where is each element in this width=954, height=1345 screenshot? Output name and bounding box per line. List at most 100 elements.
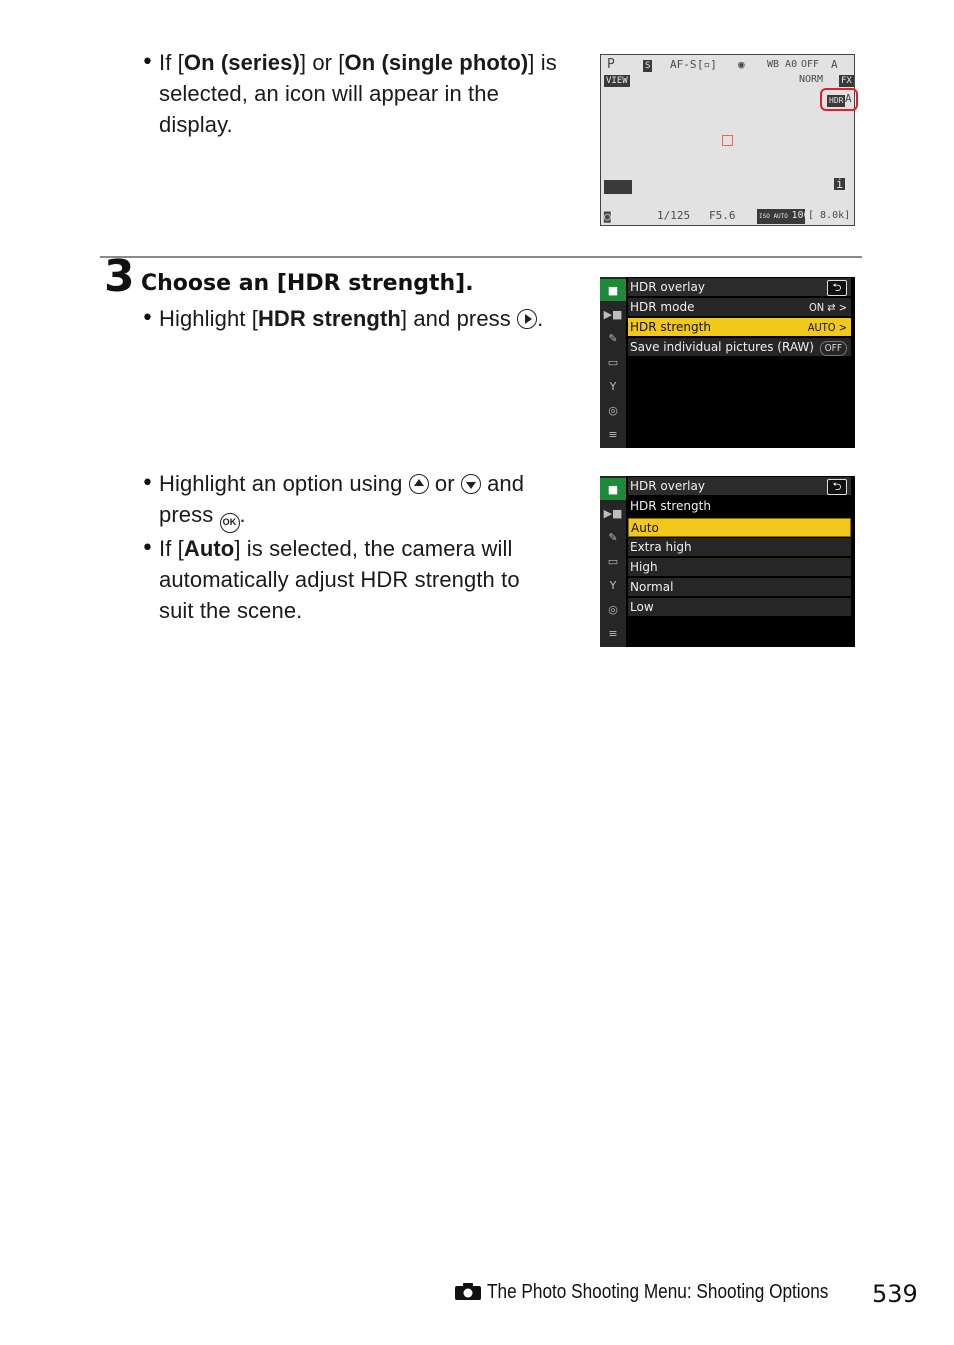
view-mode-icon: VIEW: [604, 75, 630, 87]
network-menu-tab-icon[interactable]: ◎: [600, 598, 626, 620]
step3-instruction-3-line2: automatically adjust HDR strength to: [159, 567, 520, 592]
text: If [: [159, 536, 184, 561]
menu-item-save-individual-pictures[interactable]: Save individual pictures (RAW) OFF: [628, 338, 851, 357]
picture-control: A: [831, 58, 838, 71]
text: and: [480, 471, 525, 496]
movie-menu-tab-icon[interactable]: ▶■: [600, 303, 626, 325]
hdr-icon-note-line3: display.: [159, 112, 233, 137]
text: or: [428, 471, 461, 496]
shots-remaining: [ 8.0k]: [808, 210, 851, 221]
back-icon[interactable]: ⮌: [827, 280, 847, 296]
text: ] and press: [400, 306, 518, 331]
option-low[interactable]: Low: [628, 598, 851, 617]
menu-item-label: Save individual pictures (RAW): [630, 340, 814, 354]
step3-instruction-3-line3: suit the scene.: [159, 598, 303, 623]
custom-settings-tab-icon[interactable]: ✎: [600, 526, 626, 548]
metering-icon: ◙: [604, 210, 611, 223]
text: press: [159, 502, 220, 527]
menu-item-hdr-strength[interactable]: HDR strength AUTO >: [628, 318, 851, 337]
menu-tab-rail: ■ ▶■ ✎ ▭ Y ◎ ≡: [600, 277, 626, 448]
option-high[interactable]: High: [628, 558, 851, 577]
menu-title: HDR overlay ⮌: [628, 477, 851, 496]
white-balance: WB A0: [767, 59, 798, 70]
toggle-off[interactable]: OFF: [819, 341, 847, 356]
active-d-lighting: OFF: [801, 59, 820, 70]
custom-settings-tab-icon[interactable]: ✎: [600, 327, 626, 349]
option-auto[interactable]: Auto: [628, 518, 851, 537]
hdr-icon-note-line2: selected, an icon will appear in the: [159, 81, 499, 106]
menu-title-text: HDR overlay: [630, 280, 705, 294]
option-on-series: On (series): [183, 50, 300, 75]
menu-item-label: HDR strength: [630, 320, 711, 334]
af-area-icon: [▫]: [697, 58, 717, 71]
back-icon[interactable]: ⮌: [827, 479, 847, 495]
page-number: 539: [872, 1280, 918, 1308]
menu-item-value: AUTO >: [807, 321, 847, 334]
release-mode-icon: S: [643, 60, 653, 72]
ok-button-icon: OK: [219, 513, 240, 533]
af-mode: AF-S: [670, 58, 697, 71]
option-on-single-photo: On (single photo): [344, 50, 529, 75]
iso-label: ISO AUTO: [759, 213, 788, 220]
bullet-dot: •: [141, 306, 154, 331]
my-menu-tab-icon[interactable]: ≡: [600, 622, 626, 644]
bullet-dot: •: [141, 50, 154, 75]
exposure-mode: P: [607, 57, 615, 72]
movie-menu-tab-icon[interactable]: ▶■: [600, 502, 626, 524]
hdr-icon-note-line1: If [On (series)] or [On (single photo)] …: [159, 47, 557, 78]
option-normal[interactable]: Normal: [628, 578, 851, 597]
multi-selector-up-icon: [408, 474, 429, 494]
multi-selector-down-icon: [460, 474, 481, 494]
vr-icon: ◉: [738, 58, 745, 71]
menu-item-value: OFF: [819, 338, 847, 357]
iso-value: 100: [791, 210, 810, 221]
step-title: Choose an [HDR strength].: [141, 271, 474, 296]
section-footer: The Photo Shooting Menu: Shooting Option…: [487, 1281, 829, 1303]
step3-instruction-1: Highlight [HDR strength] and press .: [159, 306, 544, 331]
menu-title: HDR overlay ⮌: [628, 278, 851, 297]
option-auto: Auto: [183, 536, 235, 561]
hdr-strength-menu: ■ ▶■ ✎ ▭ Y ◎ ≡ HDR overlay ⮌ HDR strengt…: [600, 476, 855, 647]
menu-item-ref: HDR strength: [257, 306, 401, 331]
bullet-dot: •: [141, 536, 154, 561]
menu-item-value: ON ⇄ >: [808, 301, 847, 314]
setup-menu-tab-icon[interactable]: Y: [600, 375, 626, 397]
hdr-overlay-menu: ■ ▶■ ✎ ▭ Y ◎ ≡ HDR overlay ⮌ HDR mode ON…: [600, 277, 855, 448]
submenu-title: HDR strength: [628, 497, 851, 516]
section-divider: [100, 256, 862, 258]
text: ] is selected, the camera will: [234, 536, 513, 561]
menu-item-label: HDR mode: [630, 300, 695, 314]
multi-selector-right-icon: [517, 309, 538, 329]
bullet-dot: •: [141, 471, 154, 496]
step3-instruction-2-line2: press OK.: [159, 499, 246, 533]
iso-box: ISO AUTO 100: [757, 209, 810, 224]
image-area: FX: [839, 75, 854, 87]
text: ] is: [528, 50, 557, 75]
photo-shooting-menu-tab-icon[interactable]: ■: [600, 478, 626, 500]
text: ] or [: [299, 50, 345, 75]
shutter-speed: 1/125: [657, 209, 691, 222]
text: Highlight [: [159, 306, 258, 331]
playback-menu-tab-icon[interactable]: ▭: [600, 351, 626, 373]
aperture: F5.6: [709, 209, 736, 222]
playback-menu-tab-icon[interactable]: ▭: [600, 550, 626, 572]
image-quality: NORM: [799, 74, 824, 85]
setup-menu-tab-icon[interactable]: Y: [600, 574, 626, 596]
network-menu-tab-icon[interactable]: ◎: [600, 399, 626, 421]
focus-point: [722, 135, 733, 146]
photo-shooting-menu-tab-icon[interactable]: ■: [600, 279, 626, 301]
menu-item-hdr-mode[interactable]: HDR mode ON ⇄ >: [628, 298, 851, 317]
menu-tab-rail: ■ ▶■ ✎ ▭ Y ◎ ≡: [600, 476, 626, 647]
my-menu-tab-icon[interactable]: ≡: [600, 423, 626, 445]
step3-instruction-2: Highlight an option using or and: [159, 468, 524, 499]
step3-instruction-3: If [Auto] is selected, the camera will: [159, 533, 512, 564]
text: If [: [159, 50, 184, 75]
menu-title-text: HDR overlay: [630, 479, 705, 493]
shooting-menu-bank-icon: [604, 180, 632, 194]
info-button-icon: i: [834, 177, 846, 191]
option-extra-high[interactable]: Extra high: [628, 538, 851, 557]
hdr-icon-callout: [820, 88, 858, 111]
text: Highlight an option using: [159, 471, 409, 496]
camera-icon: [455, 1283, 481, 1300]
step-number: 3: [104, 251, 135, 302]
